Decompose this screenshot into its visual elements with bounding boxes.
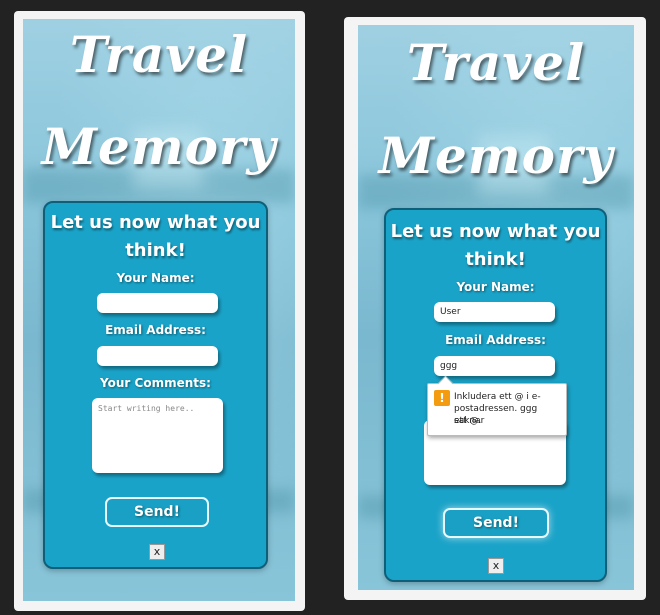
comments-textarea[interactable]: Start writing here..: [92, 398, 223, 473]
send-button[interactable]: Send!: [105, 497, 209, 527]
left-background-panel: Travel Memory Let us now what you think!…: [23, 19, 295, 601]
form-title-line1: Let us now what you: [50, 212, 261, 233]
email-label: Email Address:: [105, 323, 206, 337]
email-input[interactable]: ggg: [434, 356, 555, 376]
form-title-line2: think!: [125, 240, 186, 261]
email-input[interactable]: [97, 346, 218, 366]
close-button[interactable]: x: [149, 544, 165, 560]
form-title-line2: think!: [465, 249, 526, 270]
logo-memory: Memory: [41, 117, 277, 176]
form-title-line1: Let us now what you: [390, 221, 601, 242]
right-screenshot-frame: Travel Memory Let us now what you think!…: [344, 17, 646, 600]
email-label: Email Address:: [445, 333, 546, 347]
comments-label: Your Comments:: [100, 376, 211, 390]
logo-travel: Travel: [69, 25, 249, 84]
tooltip-text-line1: Inkludera ett @ i e-: [454, 392, 541, 402]
tooltip-text-line3: ett @.: [454, 416, 482, 426]
close-button[interactable]: x: [488, 558, 504, 574]
feedback-form: Let us now what you think! Your Name: Us…: [384, 208, 607, 582]
tooltip-arrow: [437, 375, 454, 392]
name-label: Your Name:: [456, 280, 535, 294]
name-input[interactable]: [97, 293, 218, 313]
email-validation-tooltip: ! Inkludera ett @ i e- postadressen. ggg…: [427, 375, 567, 436]
left-screenshot-frame: Travel Memory Let us now what you think!…: [14, 11, 305, 611]
logo-memory: Memory: [378, 126, 614, 185]
logo-travel: Travel: [406, 33, 586, 92]
name-label: Your Name:: [116, 271, 195, 285]
feedback-form: Let us now what you think! Your Name: Em…: [43, 201, 268, 569]
send-button[interactable]: Send!: [443, 508, 549, 538]
name-input[interactable]: User: [434, 302, 555, 322]
right-background-panel: Travel Memory Let us now what you think!…: [358, 25, 634, 590]
warning-icon: !: [434, 390, 450, 406]
